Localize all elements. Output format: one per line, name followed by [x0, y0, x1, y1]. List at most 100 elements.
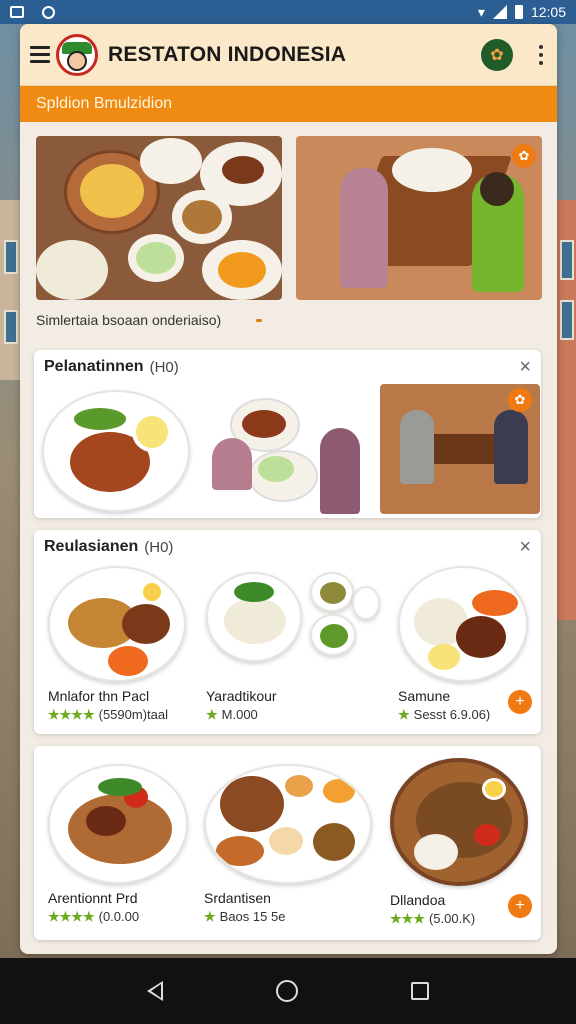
dish-item[interactable]: Mnlafor thn Pacl ★★★★ (5590m)taal [48, 566, 186, 723]
dish-image [48, 764, 188, 884]
dish-name: Mnlafor thn Pacl [48, 688, 150, 704]
dish-image [204, 764, 372, 884]
hero-dining-image[interactable] [296, 136, 542, 300]
badge-icon[interactable]: ✿ [508, 388, 532, 412]
dish-name: Srdantisen [204, 890, 271, 906]
app-window: RESTATON INDONESIA ✿ Spldion Bmulzidion [20, 24, 557, 954]
gallery-icon [10, 6, 24, 18]
hero-caption: Simlertaia bsoaan onderiaiso) [36, 312, 222, 328]
kebab-icon[interactable] [539, 44, 543, 65]
egg [482, 778, 506, 800]
dish-item[interactable]: Yaradtikour ★ M.000 [206, 572, 380, 723]
dining-scene-image[interactable] [202, 390, 372, 514]
restaurant-logo[interactable] [56, 33, 98, 76]
section-card-1: Pelanatinnen (H0) × ✿ [34, 350, 541, 518]
woman-figure [320, 428, 360, 514]
promo-banner[interactable]: Spldion Bmulzidion [20, 86, 557, 122]
star-rating-icon: ★★★★ [48, 909, 95, 924]
background-building-left [0, 200, 22, 380]
dish-rating: ★ M.000 [206, 707, 258, 722]
bento-plate-image[interactable] [42, 390, 190, 512]
beef [456, 616, 506, 658]
table-plate [392, 148, 472, 192]
dish-item[interactable]: Arentionnt Prd ★★★★ (0.0.00 [48, 764, 188, 925]
status-bar: ▾ 12:05 [0, 0, 576, 24]
home-icon[interactable] [275, 980, 298, 1002]
salad-veg [80, 164, 144, 218]
curry-bowl [310, 820, 358, 864]
back-icon[interactable] [146, 981, 163, 1001]
dish-name: Arentionnt Prd [48, 890, 138, 906]
plant-icon-button[interactable]: ✿ [481, 38, 513, 71]
dish-image [390, 758, 528, 886]
meat [86, 806, 126, 836]
woman-figure [494, 410, 528, 484]
add-to-cart-button[interactable]: + [508, 690, 532, 714]
carrot [108, 646, 148, 676]
soup-bowl [320, 776, 358, 806]
meat [222, 156, 264, 184]
carrot [472, 590, 518, 616]
section-title: Pelanatinnen [44, 358, 144, 375]
logo-face [67, 50, 87, 71]
greens [74, 408, 126, 430]
star-rating-icon: ★ [206, 707, 218, 722]
sauce-bowl [266, 824, 306, 858]
greens [98, 778, 142, 796]
cucumber [136, 242, 176, 274]
sauce-bowl [282, 772, 316, 800]
dish-name: Yaradtikour [206, 688, 277, 704]
badge-icon[interactable]: ✿ [512, 144, 536, 168]
signal-icon [492, 5, 507, 19]
sync-icon [42, 5, 55, 19]
greens [234, 582, 274, 602]
background-window [4, 310, 18, 344]
app-title: RESTATON INDONESIA [108, 42, 347, 66]
sauce-bowl [352, 586, 380, 620]
egg [132, 412, 172, 452]
star-rating-icon: ★★★★ [48, 707, 95, 722]
system-nav-bar [0, 958, 576, 1024]
section-card-3: Arentionnt Prd ★★★★ (0.0.00 Srdantisen ★ B… [34, 746, 541, 940]
background-window [4, 240, 18, 274]
rice-ball [414, 834, 458, 870]
hero-section: ✿ Simlertaia bsoaan onderiaiso) [20, 122, 557, 340]
sauce-bowl [310, 572, 354, 612]
sauce [320, 582, 346, 604]
couple-at-table-image[interactable]: ✿ [380, 384, 540, 514]
add-to-cart-button[interactable]: + [508, 894, 532, 918]
satay [122, 604, 170, 644]
meat [242, 410, 286, 438]
recent-apps-icon[interactable] [411, 982, 430, 1000]
section-card-2: Reulasianen (H0) × Mnlafor thn Pacl ★★★★… [34, 530, 541, 734]
rice-plate [36, 240, 108, 300]
close-icon[interactable]: × [519, 356, 531, 379]
salad-bowl [310, 614, 356, 656]
dish-image [398, 566, 528, 682]
dish-item[interactable]: Dllandoa ★★★ (5.00.K) [390, 758, 528, 927]
sausage [216, 836, 264, 866]
sauce [182, 200, 222, 234]
salad [320, 624, 348, 648]
man-head [480, 172, 514, 206]
dish-rating: ★★★★ (5590m)taal [48, 707, 168, 722]
dish-image [206, 572, 380, 682]
dish-item[interactable]: Srdantisen ★ Baos 15 5e [204, 764, 372, 925]
app-bar: RESTATON INDONESIA ✿ [20, 24, 557, 86]
dish-rating: ★★★★ (0.0.00 [48, 909, 140, 924]
section-title: Reulasianen [44, 538, 139, 555]
hero-food-spread-image[interactable] [36, 136, 282, 300]
battery-icon [514, 5, 523, 19]
dish-rating: ★★★ (5.00.K) [390, 911, 476, 926]
dish-image [48, 566, 186, 682]
noodle-bowl [220, 776, 284, 832]
man-figure [400, 410, 434, 484]
caption-indicator [256, 319, 262, 322]
woman-figure [340, 168, 388, 288]
close-icon[interactable]: × [519, 536, 531, 559]
cucumber [258, 456, 294, 482]
hamburger-icon[interactable] [30, 46, 50, 63]
star-rating-icon: ★ [204, 909, 216, 924]
background-window [560, 240, 574, 280]
soup [218, 252, 266, 288]
